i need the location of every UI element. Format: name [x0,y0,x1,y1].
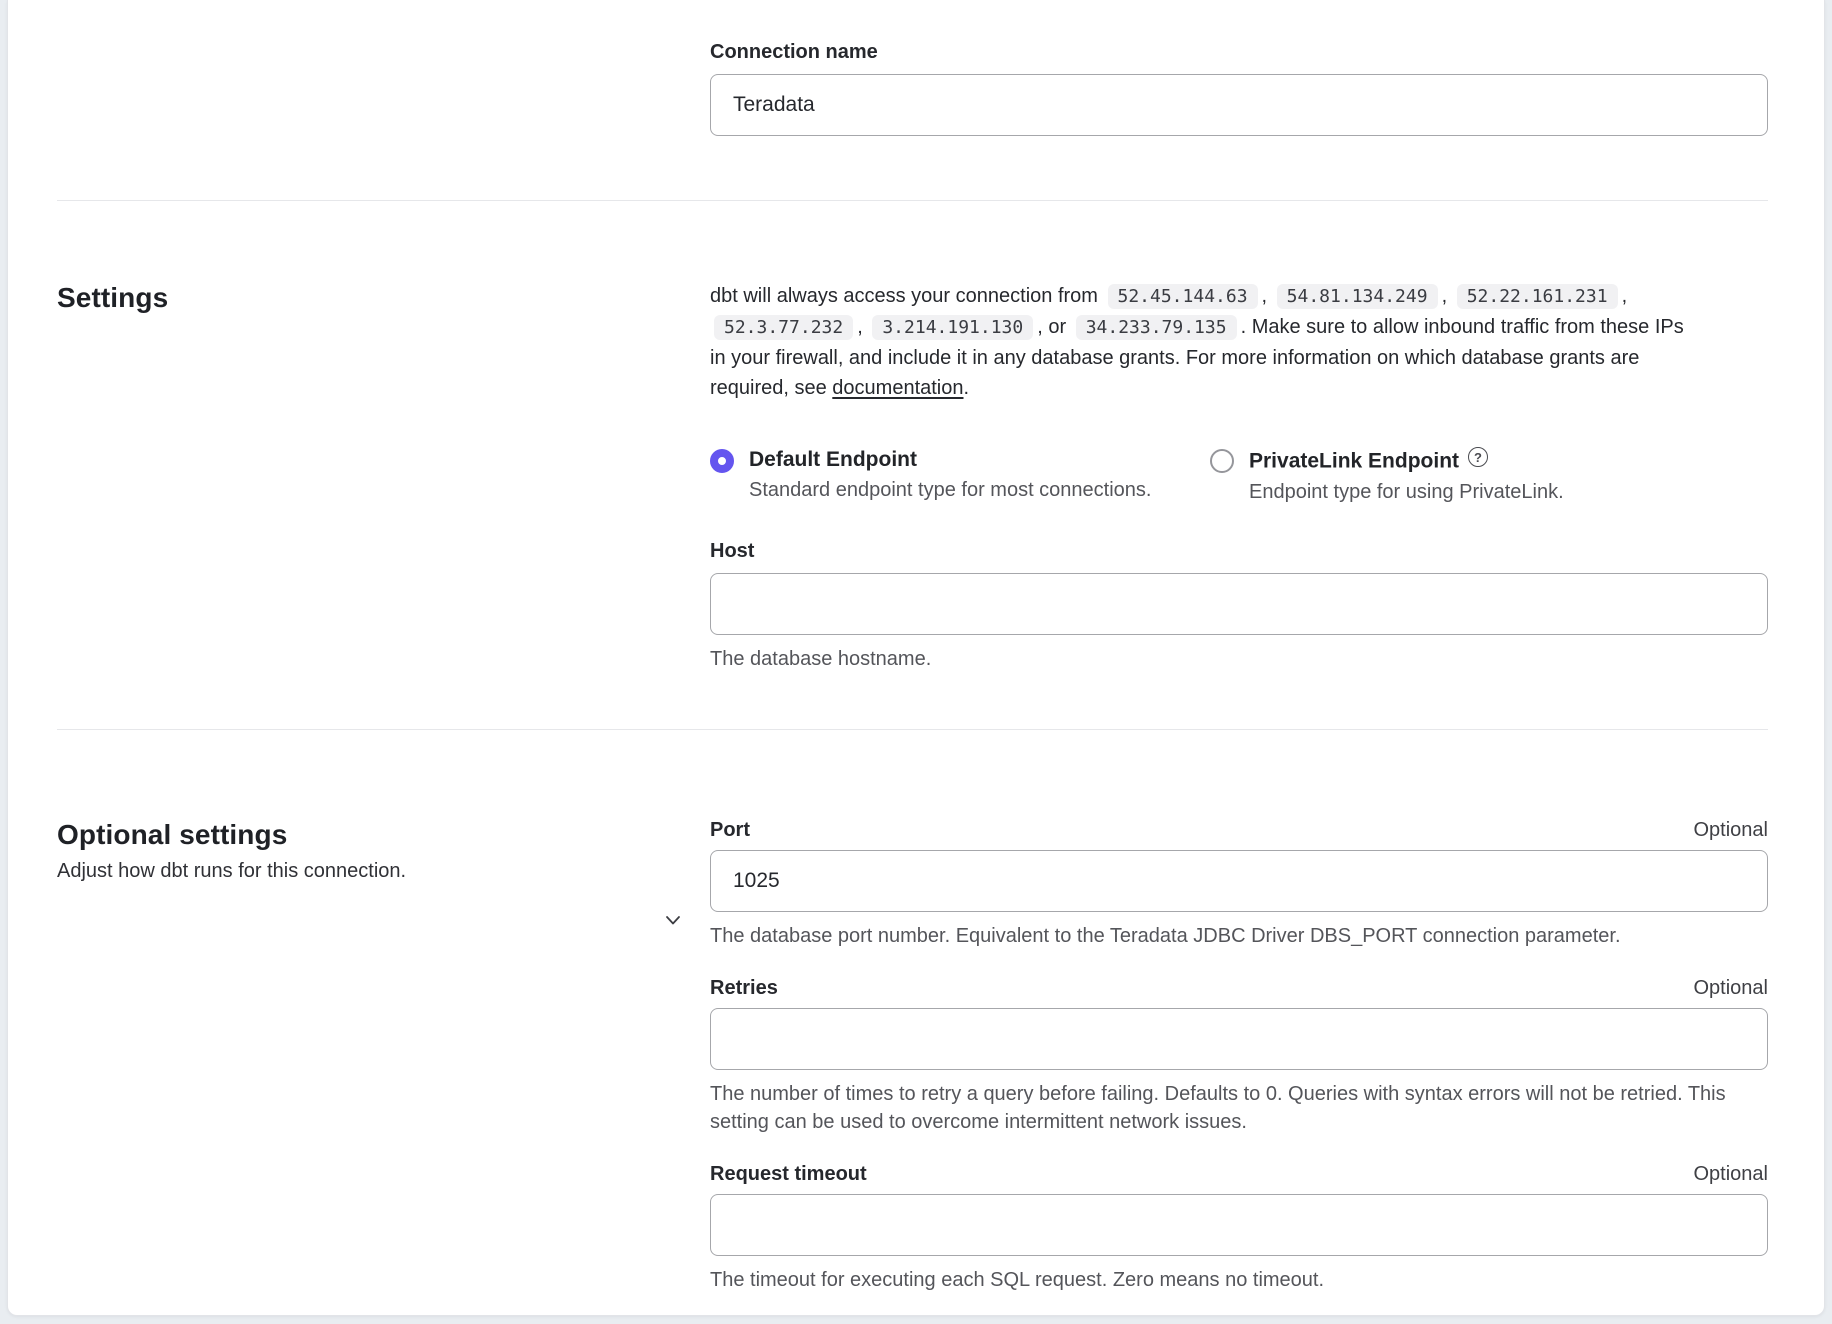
connection-name-section: Connection name [8,0,1824,200]
optional-settings-subheading: Adjust how dbt runs for this connection. [57,858,661,884]
ip-address-pill: 3.214.191.130 [872,315,1033,340]
radio-selected-icon [710,449,734,473]
chevron-down-icon [661,908,685,932]
help-icon[interactable]: ? [1468,447,1488,467]
host-label: Host [710,539,1768,563]
port-label-row: Port Optional [710,818,1768,842]
request-timeout-label: Request timeout [710,1162,867,1186]
endpoint-radio-group: Default Endpoint Standard endpoint type … [710,447,1768,505]
host-input[interactable] [710,573,1768,635]
request-timeout-label-row: Request timeout Optional [710,1162,1768,1186]
ip-address-pill: 52.22.161.231 [1457,284,1618,309]
connection-name-label: Connection name [710,40,1768,64]
radio-unselected-icon [1210,449,1234,473]
optional-settings-section: Optional settings Adjust how dbt runs fo… [8,730,1824,1317]
optional-settings-heading: Optional settings [57,818,661,852]
documentation-link[interactable]: documentation [832,377,963,399]
ip-allowlist-note: dbt will always access your connection f… [710,281,1768,403]
host-helper: The database hostname. [710,645,1768,673]
radio-privatelink-endpoint[interactable]: PrivateLink Endpoint? Endpoint type for … [1210,447,1564,505]
optional-settings-content-column: Port Optional The database port number. … [710,818,1768,1317]
connection-name-input[interactable] [710,74,1768,136]
radio-default-endpoint-description: Standard endpoint type for most connecti… [749,478,1151,503]
retries-label-row: Retries Optional [710,976,1768,1000]
request-timeout-field: Request timeout Optional The timeout for… [710,1162,1768,1294]
ip-address-pill: 34.233.79.135 [1076,315,1237,340]
port-input[interactable] [710,850,1768,912]
gutter-spacer [661,281,710,673]
collapse-section-button[interactable] [661,908,685,932]
request-timeout-helper: The timeout for executing each SQL reque… [710,1266,1768,1294]
settings-content-column: dbt will always access your connection f… [710,281,1768,673]
ip-address-pill: 52.45.144.63 [1108,284,1258,309]
connection-settings-card: Connection name Settings dbt will always… [7,0,1825,1316]
gutter-spacer [661,40,710,136]
collapse-gutter [661,818,710,1317]
ip-address-pill: 54.81.134.249 [1277,284,1438,309]
radio-default-endpoint-texts: Default Endpoint Standard endpoint type … [749,447,1151,503]
ip-address-pill: 52.3.77.232 [714,315,853,340]
radio-default-endpoint-label: Default Endpoint [749,448,917,471]
optional-badge: Optional [1694,976,1769,1000]
settings-section: Settings dbt will always access your con… [8,201,1824,729]
optional-settings-heading-column: Optional settings Adjust how dbt runs fo… [57,818,661,1317]
host-field: Host The database hostname. [710,539,1768,673]
port-label: Port [710,818,750,842]
retries-field: Retries Optional The number of times to … [710,976,1768,1136]
retries-label: Retries [710,976,778,1000]
retries-helper: The number of times to retry a query bef… [710,1080,1768,1136]
radio-default-endpoint[interactable]: Default Endpoint Standard endpoint type … [710,447,1210,505]
left-spacer [57,40,661,136]
radio-privatelink-endpoint-texts: PrivateLink Endpoint? Endpoint type for … [1249,447,1564,505]
settings-heading-column: Settings [57,281,661,673]
port-helper: The database port number. Equivalent to … [710,922,1768,950]
settings-heading: Settings [57,281,661,315]
retries-input[interactable] [710,1008,1768,1070]
optional-badge: Optional [1694,818,1769,842]
connection-name-column: Connection name [710,40,1768,136]
request-timeout-input[interactable] [710,1194,1768,1256]
radio-privatelink-endpoint-description: Endpoint type for using PrivateLink. [1249,480,1564,505]
radio-privatelink-endpoint-label: PrivateLink Endpoint [1249,450,1459,473]
port-field: Port Optional The database port number. … [710,818,1768,950]
optional-badge: Optional [1694,1162,1769,1186]
